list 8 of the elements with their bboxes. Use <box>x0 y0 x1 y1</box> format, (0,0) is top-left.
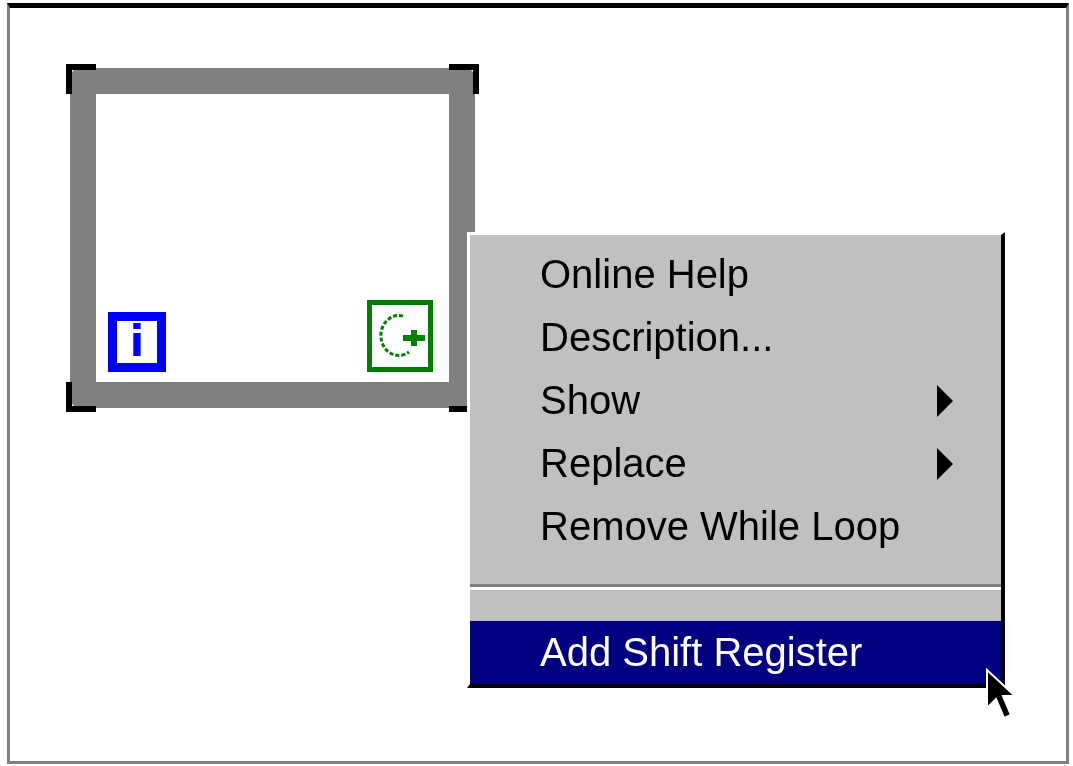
selection-handle[interactable] <box>66 64 96 94</box>
menu-item[interactable]: Replace <box>470 432 1001 495</box>
menu-item[interactable]: Add Shift Register <box>470 621 1001 684</box>
selection-handle[interactable] <box>66 382 96 412</box>
menu-item[interactable]: Remove While Loop <box>470 495 1001 558</box>
selection-handle[interactable] <box>449 64 479 94</box>
loop-condition-icon[interactable] <box>367 300 433 372</box>
iteration-terminal[interactable]: i <box>108 312 166 372</box>
